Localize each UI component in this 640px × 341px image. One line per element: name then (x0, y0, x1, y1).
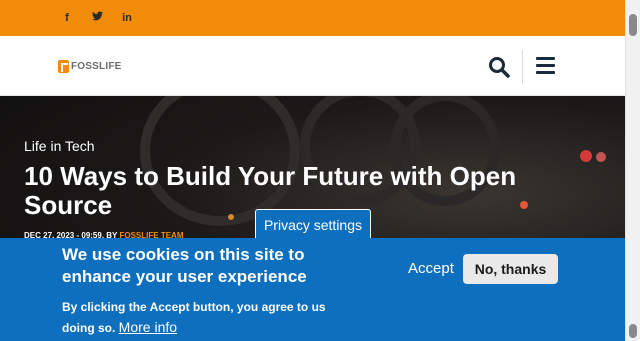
logo-mark-icon (58, 59, 69, 73)
logo-text: FOSSLIFE (71, 60, 122, 72)
more-info-link[interactable]: More info (119, 319, 177, 335)
bokeh-light (596, 152, 606, 162)
scrollbar-thumb-lower[interactable] (629, 324, 637, 338)
top-social-bar: f in (0, 0, 625, 36)
twitter-icon[interactable] (90, 11, 104, 25)
page-scrollbar[interactable] (625, 0, 640, 341)
cookie-banner-title: We use cookies on this site to enhance y… (62, 245, 307, 286)
cookie-banner-body: By clicking the Accept button, you agree… (62, 297, 352, 338)
decline-button[interactable]: No, thanks (463, 254, 558, 284)
hamburger-line (536, 64, 555, 67)
facebook-icon[interactable]: f (60, 11, 74, 25)
cookie-consent-banner: We use cookies on this site to enhance y… (0, 238, 625, 341)
hamburger-menu-button[interactable] (536, 57, 555, 75)
hamburger-line (536, 71, 555, 74)
accept-button[interactable]: Accept (408, 260, 454, 277)
fosslife-logo[interactable]: FOSSLIFE (58, 58, 122, 74)
search-icon (489, 57, 510, 78)
hamburger-menu-icon (536, 57, 555, 60)
site-header: FOSSLIFE (0, 36, 625, 96)
scrollbar-thumb[interactable] (629, 14, 637, 36)
header-divider (522, 50, 523, 84)
search-button[interactable] (488, 56, 510, 78)
bokeh-light (580, 150, 592, 162)
twitter-bird-glyph (91, 11, 103, 21)
cookie-banner-text: By clicking the Accept button, you agree… (62, 300, 326, 335)
article-category[interactable]: Life in Tech (24, 138, 95, 154)
linkedin-icon[interactable]: in (120, 11, 134, 25)
privacy-settings-tab[interactable]: Privacy settings (255, 209, 371, 239)
